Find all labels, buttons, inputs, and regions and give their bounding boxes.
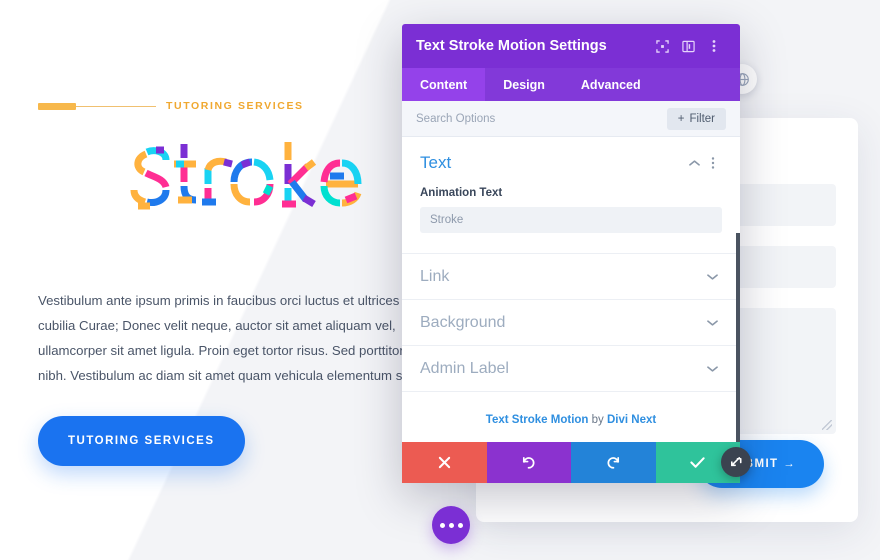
tutoring-services-cta-button[interactable]: TUTORING SERVICES: [38, 416, 245, 466]
dot-2: [448, 522, 454, 528]
stroke-word-art: [130, 142, 362, 210]
redo-button[interactable]: [571, 442, 656, 483]
eyebrow-label: TUTORING SERVICES: [166, 100, 304, 112]
credit-by-text: by: [588, 414, 607, 426]
chevron-down-icon[interactable]: [702, 359, 722, 379]
section-link-title: Link: [420, 267, 450, 285]
cancel-button[interactable]: [402, 442, 487, 483]
section-text: Text Animation Text: [402, 137, 740, 254]
hero-paragraph: Vestibulum ante ipsum primis in faucibus…: [38, 293, 451, 383]
section-background-title: Background: [420, 313, 506, 331]
modal-resize-handle[interactable]: [721, 447, 751, 477]
credit-vendor-link[interactable]: Divi Next: [607, 414, 656, 426]
dot-1: [439, 522, 445, 528]
eyebrow: TUTORING SERVICES: [38, 96, 458, 116]
search-bar: Search Options + Filter: [402, 101, 740, 137]
more-vertical-icon[interactable]: [702, 34, 726, 58]
dot-3: [457, 522, 463, 528]
chevron-down-icon[interactable]: [702, 267, 722, 287]
section-text-title: Text: [420, 153, 452, 172]
modal-body: Text Animation Text Link: [402, 137, 740, 442]
section-admin-label-title: Admin Label: [420, 359, 509, 377]
settings-modal: Text Stroke Motion Settings Content Desi…: [402, 24, 740, 483]
modal-scrollbar[interactable]: [736, 233, 740, 442]
filter-button[interactable]: + Filter: [666, 107, 726, 130]
hero-section: TUTORING SERVICES Vestibulum ante ipsum …: [38, 96, 458, 466]
eyebrow-line: [76, 105, 156, 107]
modal-footer: [402, 442, 740, 483]
tab-design[interactable]: Design: [485, 68, 563, 101]
modal-tabs: Content Design Advanced: [402, 68, 740, 101]
eyebrow-bar: [38, 102, 76, 110]
chevron-down-icon[interactable]: [702, 313, 722, 333]
textarea-resize-grip[interactable]: [822, 420, 832, 430]
section-link[interactable]: Link: [402, 254, 740, 300]
credit-product-link[interactable]: Text Stroke Motion: [486, 414, 589, 426]
section-background[interactable]: Background: [402, 300, 740, 346]
floating-menu-button[interactable]: [432, 506, 470, 544]
filter-label: Filter: [689, 112, 715, 125]
modal-title: Text Stroke Motion Settings: [416, 38, 607, 54]
tab-content[interactable]: Content: [402, 68, 486, 101]
screen-root: TUTORING SERVICES Vestibulum ante ipsum …: [0, 0, 880, 560]
animation-text-label: Animation Text: [420, 187, 503, 199]
chevron-up-icon[interactable]: [684, 153, 704, 173]
search-options-input[interactable]: Search Options: [416, 113, 667, 125]
layout-panel-icon[interactable]: [676, 34, 700, 58]
undo-button[interactable]: [486, 442, 571, 483]
fullscreen-icon[interactable]: [650, 34, 674, 58]
module-credit: Text Stroke Motion by Divi Next: [402, 392, 740, 426]
section-text-more-icon[interactable]: [704, 153, 722, 173]
modal-header: Text Stroke Motion Settings: [402, 24, 740, 68]
section-admin-label[interactable]: Admin Label: [402, 346, 740, 392]
tab-advanced[interactable]: Advanced: [563, 68, 659, 101]
plus-icon: +: [677, 112, 685, 125]
section-text-header[interactable]: Text: [420, 153, 722, 173]
animation-text-input[interactable]: [420, 207, 722, 233]
